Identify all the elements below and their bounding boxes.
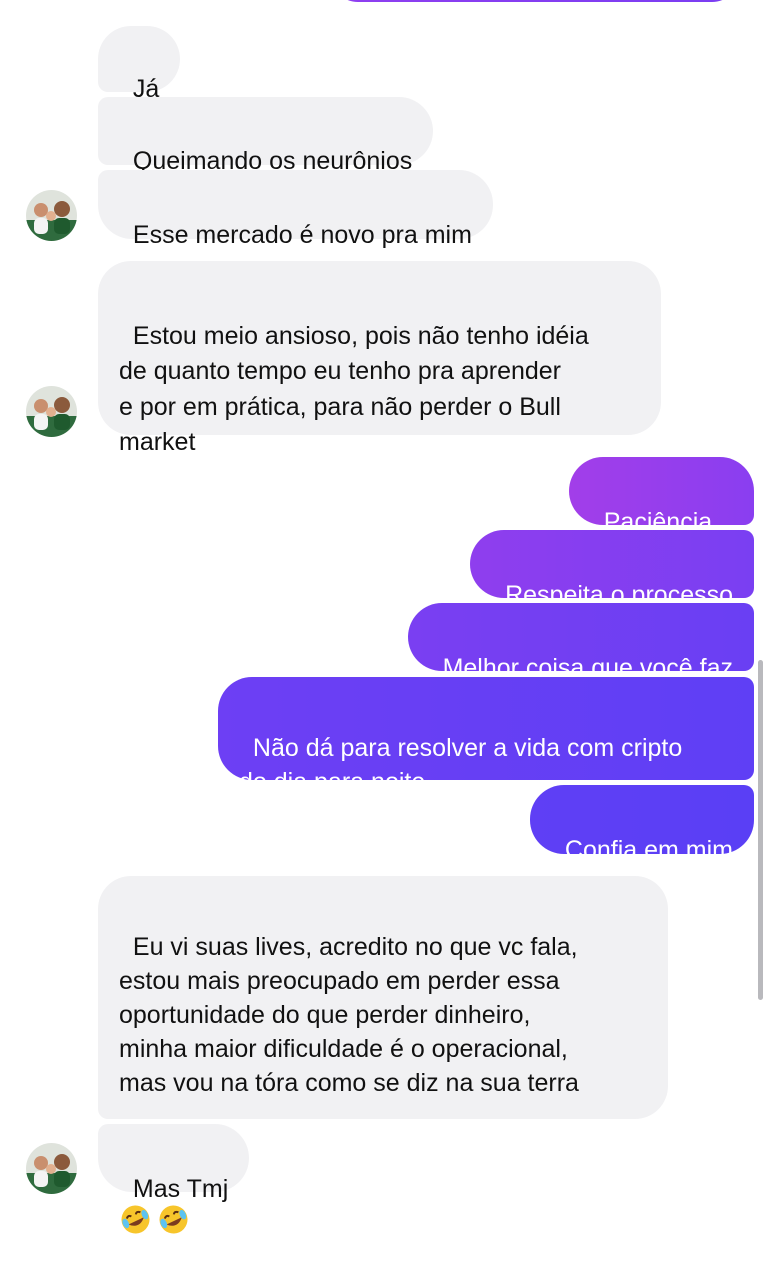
- previous-outgoing-bubble-edge: [330, 0, 740, 2]
- outgoing-message[interactable]: Respeita o processo: [470, 530, 754, 609]
- message-text: Esse mercado é novo pra mim: [132, 221, 472, 249]
- avatar-photo-icon: [26, 386, 77, 437]
- chat-scrollbar[interactable]: [758, 660, 763, 1000]
- avatar-photo-icon: [26, 190, 77, 241]
- outgoing-message[interactable]: Paciência ..: [568, 457, 754, 536]
- outgoing-message[interactable]: Confia em mim: [530, 785, 754, 864]
- incoming-message[interactable]: Queimando os neurônios: [98, 97, 434, 175]
- contact-avatar[interactable]: [26, 386, 77, 437]
- incoming-message[interactable]: Eu vi suas lives, acredito no que vc fal…: [98, 876, 668, 1234]
- avatar-photo-icon: [26, 1143, 77, 1194]
- message-text: Confia em mim: [564, 836, 733, 864]
- message-text: Mas Tmj: [132, 1175, 229, 1203]
- outgoing-message[interactable]: Não dá para resolver a vida com cripto d…: [218, 677, 754, 796]
- incoming-message[interactable]: Esse mercado é novo pra mim: [98, 170, 493, 249]
- incoming-message[interactable]: Já: [98, 26, 181, 103]
- contact-avatar[interactable]: [26, 190, 77, 241]
- outgoing-message[interactable]: Melhor coisa que você faz: [407, 603, 754, 682]
- contact-avatar[interactable]: [26, 1143, 77, 1194]
- message-text: Eu vi suas lives, acredito no que vc fal…: [119, 933, 579, 1097]
- message-text: Estou meio ansioso, pois não tenho idéia…: [119, 321, 589, 457]
- incoming-message[interactable]: Mas Tmj: [98, 1124, 250, 1203]
- incoming-message[interactable]: Estou meio ansioso, pois não tenho idéia…: [98, 261, 661, 456]
